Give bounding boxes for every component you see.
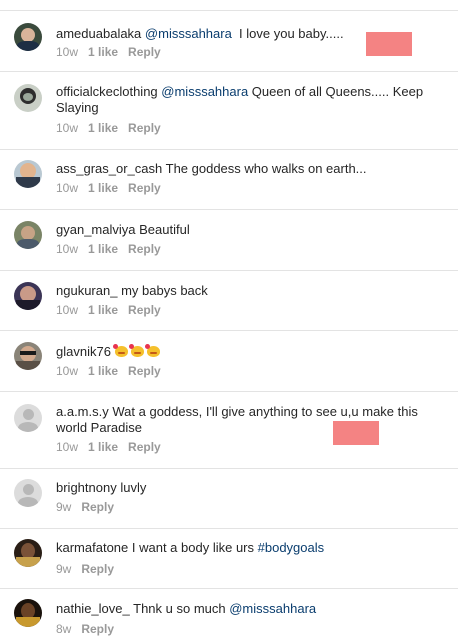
comment-text: gyan_malviya Beautiful bbox=[56, 222, 448, 238]
comment-item: ass_gras_or_cash The goddess who walks o… bbox=[0, 149, 458, 209]
comment-text: officialckeclothing @misssahhara Queen o… bbox=[56, 84, 448, 116]
avatar[interactable] bbox=[14, 479, 42, 507]
comment-item: ameduabalaka @misssahhara I love you bab… bbox=[0, 10, 458, 71]
comment-username[interactable]: officialckeclothing bbox=[56, 84, 158, 99]
avatar[interactable] bbox=[14, 342, 42, 370]
emoji-icon bbox=[128, 344, 144, 357]
comment-text: ngukuran_ my babys back bbox=[56, 283, 448, 299]
comment-age: 10w bbox=[56, 242, 79, 256]
comment-meta: 10w 1 like Reply bbox=[56, 242, 171, 256]
comment-meta: 10w 1 like Reply bbox=[56, 303, 171, 317]
comment-body: luvly bbox=[120, 480, 147, 495]
reply-button[interactable]: Reply bbox=[128, 303, 161, 317]
comment-item: a.a.m.s.y Wat a goddess, I'll give anyth… bbox=[0, 391, 458, 468]
comment-text: a.a.m.s.y Wat a goddess, I'll give anyth… bbox=[56, 404, 448, 436]
emoji-icon bbox=[112, 344, 128, 357]
comment-username[interactable]: glavnik76 bbox=[56, 344, 111, 359]
comment-text: ass_gras_or_cash The goddess who walks o… bbox=[56, 161, 448, 177]
reply-button[interactable]: Reply bbox=[81, 500, 114, 514]
comment-meta: 10w 1 like Reply bbox=[56, 181, 171, 195]
comment-body: The goddess who walks on earth... bbox=[165, 161, 367, 176]
comment-age: 10w bbox=[56, 440, 79, 454]
comment-text: glavnik76 bbox=[56, 344, 448, 360]
reply-button[interactable]: Reply bbox=[128, 45, 161, 59]
reply-button[interactable]: Reply bbox=[128, 121, 161, 135]
comment-item: officialckeclothing @misssahhara Queen o… bbox=[0, 71, 458, 149]
reply-button[interactable]: Reply bbox=[128, 242, 161, 256]
avatar[interactable] bbox=[14, 539, 42, 567]
comment-likes[interactable]: 1 like bbox=[88, 440, 118, 454]
reply-button[interactable]: Reply bbox=[128, 440, 161, 454]
comment-meta: 10w 1 like Reply bbox=[56, 45, 171, 59]
comment-age: 10w bbox=[56, 45, 79, 59]
comment-item: gyan_malviya Beautiful 10w 1 like Reply bbox=[0, 209, 458, 270]
comment-username[interactable]: nathie_love_ bbox=[56, 601, 130, 616]
comment-body: I love you baby..... bbox=[231, 26, 344, 41]
redaction-block bbox=[333, 421, 379, 445]
comment-age: 9w bbox=[56, 500, 72, 514]
comment-username[interactable]: ass_gras_or_cash bbox=[56, 161, 162, 176]
comment-username[interactable]: a.a.m.s.y bbox=[56, 404, 109, 419]
avatar[interactable] bbox=[14, 221, 42, 249]
comment-text: brightnony luvly bbox=[56, 480, 448, 496]
comment-body: I want a body like urs bbox=[131, 540, 258, 555]
comment-age: 10w bbox=[56, 121, 79, 135]
comment-mention[interactable]: @misssahhara bbox=[161, 84, 248, 99]
comment-text: nathie_love_ Thnk u so much @misssahhara bbox=[56, 601, 448, 617]
comment-meta: 10w 1 like Reply bbox=[56, 364, 171, 378]
reply-button[interactable]: Reply bbox=[81, 622, 114, 636]
comment-body: Beautiful bbox=[139, 222, 190, 237]
comment-username[interactable]: ngukuran_ bbox=[56, 283, 117, 298]
comment-meta: 9w Reply bbox=[56, 500, 124, 514]
comment-age: 10w bbox=[56, 303, 79, 317]
comment-age: 10w bbox=[56, 181, 79, 195]
comment-body: my babys back bbox=[121, 283, 208, 298]
comment-username[interactable]: karmafatone bbox=[56, 540, 128, 555]
avatar[interactable] bbox=[14, 23, 42, 51]
avatar[interactable] bbox=[14, 282, 42, 310]
reply-button[interactable]: Reply bbox=[81, 562, 114, 576]
comment-meta: 8w Reply bbox=[56, 622, 124, 636]
comment-meta: 9w Reply bbox=[56, 562, 124, 576]
comment-item: nathie_love_ Thnk u so much @misssahhara… bbox=[0, 588, 458, 640]
avatar[interactable] bbox=[14, 404, 42, 432]
redaction-block bbox=[366, 32, 412, 56]
avatar[interactable] bbox=[14, 160, 42, 188]
reply-button[interactable]: Reply bbox=[128, 364, 161, 378]
comment-item: karmafatone I want a body like urs #body… bbox=[0, 528, 458, 588]
comment-meta: 10w 1 like Reply bbox=[56, 440, 171, 454]
comment-username[interactable]: brightnony bbox=[56, 480, 117, 495]
comment-likes[interactable]: 1 like bbox=[88, 303, 118, 317]
comment-likes[interactable]: 1 like bbox=[88, 364, 118, 378]
comment-meta: 10w 1 like Reply bbox=[56, 121, 171, 135]
comment-item: brightnony luvly 9w Reply bbox=[0, 468, 458, 528]
comment-age: 9w bbox=[56, 562, 72, 576]
comment-likes[interactable]: 1 like bbox=[88, 121, 118, 135]
comment-likes[interactable]: 1 like bbox=[88, 45, 118, 59]
comment-body: Thnk u so much bbox=[133, 601, 230, 616]
comment-hashtag[interactable]: #bodygoals bbox=[258, 540, 325, 555]
comment-age: 10w bbox=[56, 364, 79, 378]
avatar[interactable] bbox=[14, 599, 42, 627]
comment-item: glavnik76 10w 1 like Reply bbox=[0, 330, 458, 391]
comment-mention[interactable]: @misssahhara bbox=[145, 26, 232, 41]
comment-item: ngukuran_ my babys back 10w 1 like Reply bbox=[0, 270, 458, 330]
comment-text: karmafatone I want a body like urs #body… bbox=[56, 540, 448, 556]
comment-age: 8w bbox=[56, 622, 72, 636]
comment-username[interactable]: gyan_malviya bbox=[56, 222, 136, 237]
emoji-icon bbox=[144, 344, 160, 357]
comment-mention[interactable]: @misssahhara bbox=[229, 601, 316, 616]
avatar[interactable] bbox=[14, 84, 42, 112]
comment-likes[interactable]: 1 like bbox=[88, 242, 118, 256]
comment-likes[interactable]: 1 like bbox=[88, 181, 118, 195]
comment-username[interactable]: ameduabalaka bbox=[56, 26, 141, 41]
reply-button[interactable]: Reply bbox=[128, 181, 161, 195]
